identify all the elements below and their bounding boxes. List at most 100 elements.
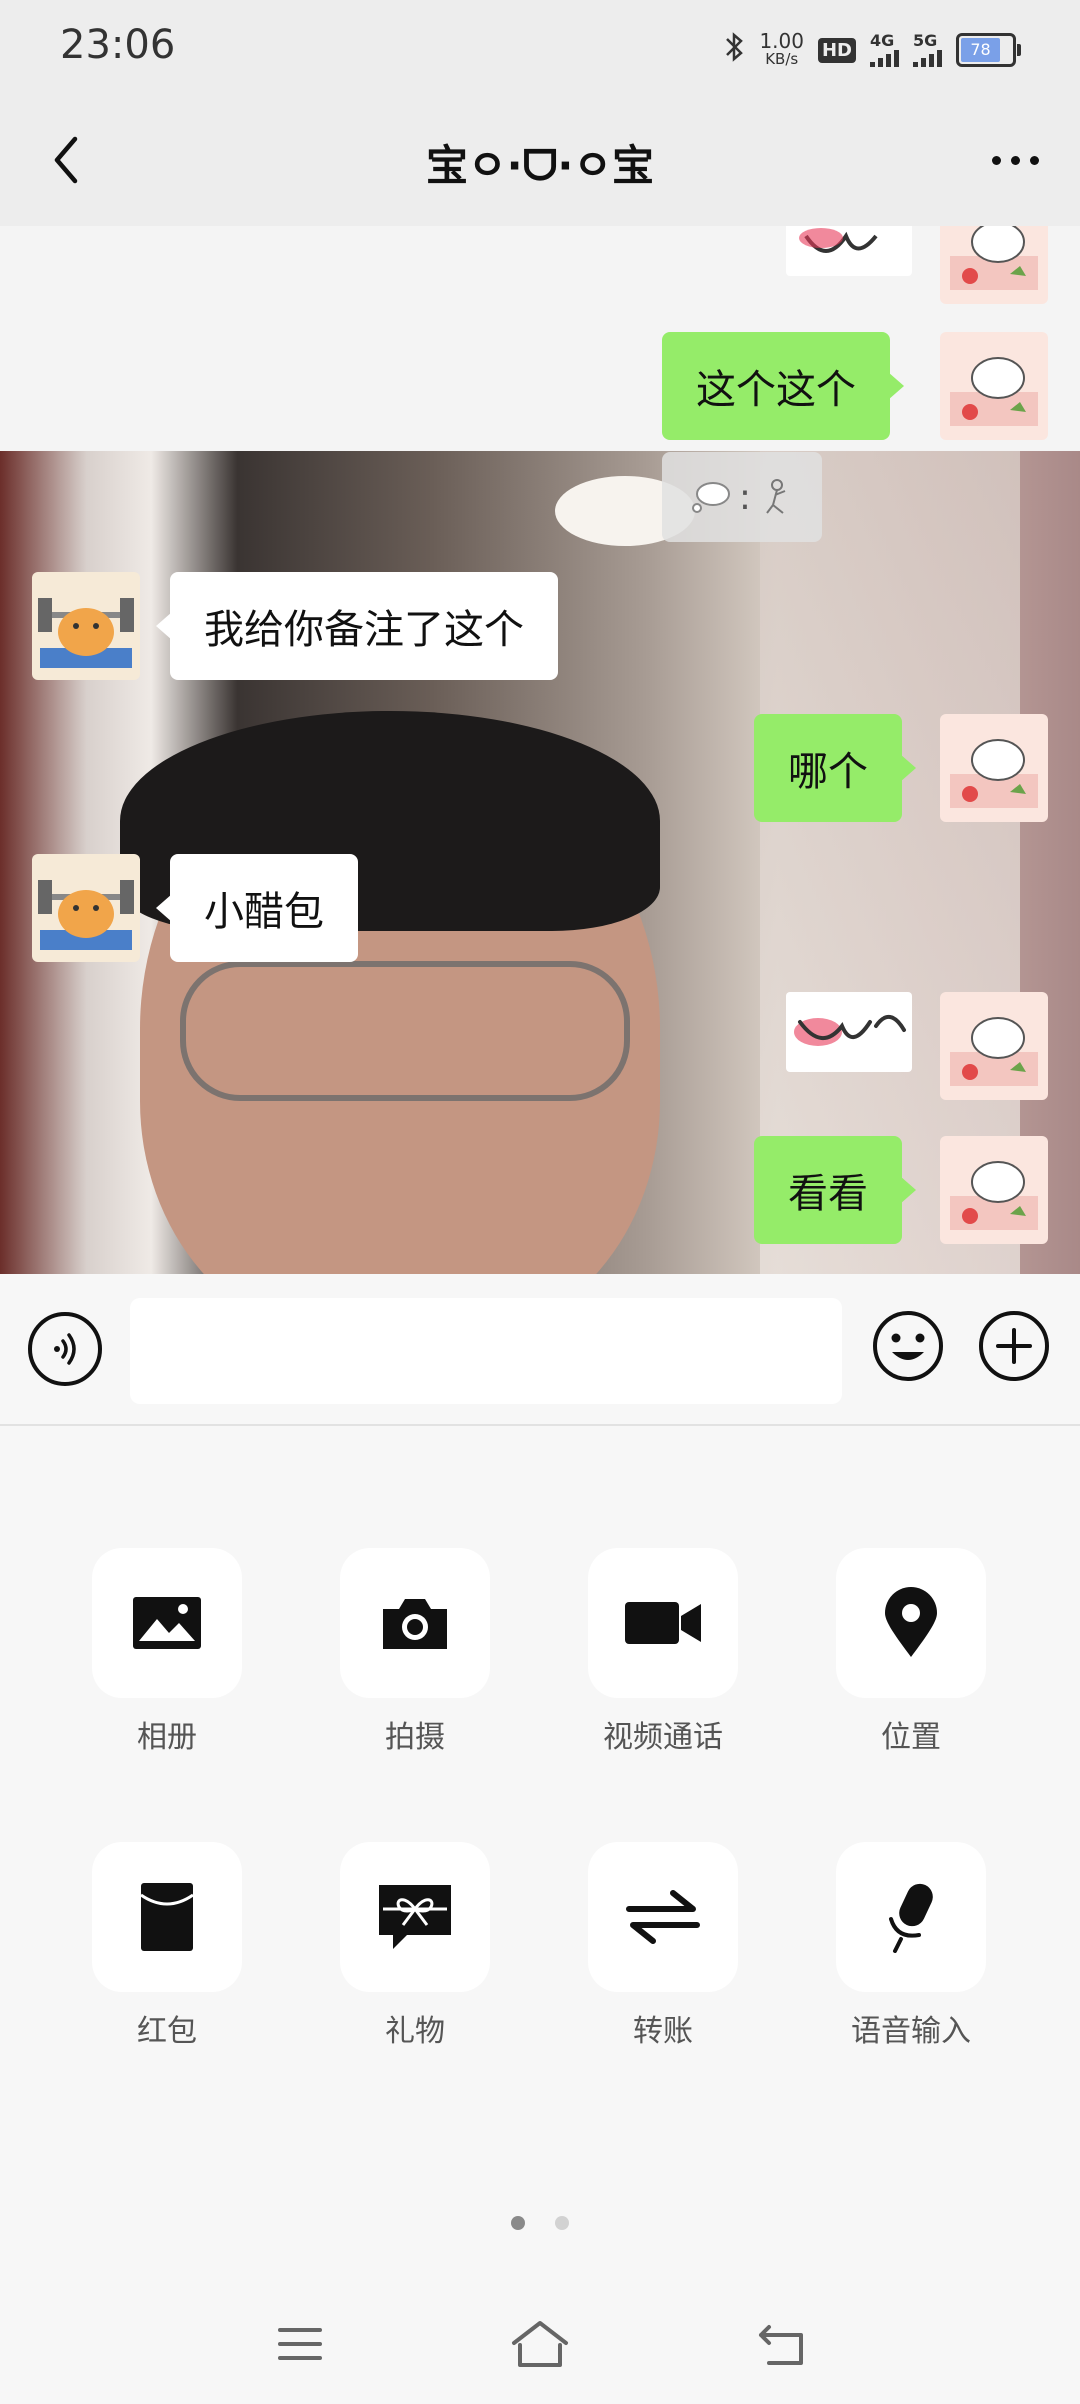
- camera-icon: [383, 1599, 447, 1649]
- my-avatar[interactable]: [940, 714, 1048, 822]
- battery-icon: 78: [956, 33, 1021, 67]
- location-tile[interactable]: 位置: [836, 1548, 986, 1756]
- transfer-tile[interactable]: 转账: [588, 1842, 738, 2050]
- page-indicator: [0, 2216, 1080, 2230]
- gift-tile[interactable]: 礼物: [340, 1842, 490, 2050]
- status-time: 23:06: [60, 22, 176, 68]
- gift-label: 礼物: [385, 2014, 445, 2049]
- sim2-signal: 5G: [913, 33, 942, 67]
- my-avatar[interactable]: [940, 992, 1048, 1100]
- home-button[interactable]: [510, 2314, 570, 2374]
- gift-icon: [379, 1885, 451, 1949]
- friend-avatar[interactable]: [32, 572, 140, 680]
- red-packet-tile[interactable]: 红包: [92, 1842, 242, 2050]
- camera-tile[interactable]: 拍摄: [340, 1548, 490, 1756]
- video-call-tile[interactable]: 视频通话: [588, 1548, 738, 1756]
- message-bubble[interactable]: 这个这个: [662, 332, 904, 440]
- chat-title: 宝ㅇ·ᗜ·ㅇ宝: [425, 141, 655, 190]
- camera-label: 拍摄: [385, 1720, 445, 1755]
- message-bubble[interactable]: 看看: [754, 1136, 916, 1244]
- menu-icon: [278, 2328, 322, 2360]
- home-icon: [512, 2321, 568, 2367]
- sim1-network-label: 4G: [870, 31, 895, 50]
- input-bar: [0, 1274, 1080, 1426]
- friend-avatar[interactable]: [32, 854, 140, 962]
- album-icon: [133, 1597, 201, 1649]
- pat-figure-icon: [766, 479, 786, 514]
- video-call-tile-bg: [588, 1548, 738, 1698]
- recent-apps-button[interactable]: [270, 2314, 330, 2374]
- camera-tile-bg: [340, 1548, 490, 1698]
- hamster-avatar-icon: [38, 880, 134, 950]
- album-tile-bg: [92, 1548, 242, 1698]
- sticker-message[interactable]: [786, 992, 912, 1072]
- function-panel: 相册 拍摄 视频通话 位置 红包 礼物 转账 语音输入: [0, 1426, 1080, 2284]
- page-dot-active[interactable]: [511, 2216, 525, 2230]
- video-call-icon: [625, 1602, 701, 1644]
- voice-icon: [54, 1333, 76, 1365]
- voice-button[interactable]: [28, 1312, 102, 1386]
- cat-avatar-icon: [950, 1017, 1038, 1086]
- sticker-image: [799, 228, 878, 253]
- network-speed: 1.00 KB/s: [759, 29, 804, 68]
- emoji-button[interactable]: [870, 1308, 946, 1384]
- cat-avatar-icon: [950, 739, 1038, 808]
- message-bubble[interactable]: 小醋包: [156, 854, 358, 962]
- status-icons: 1.00 KB/s HD 4G 5G 78: [723, 28, 1021, 72]
- system-nav-bar: [0, 2284, 1080, 2404]
- more-dot: [1029, 155, 1039, 165]
- message-bubble[interactable]: 我给你备注了这个: [156, 572, 558, 680]
- album-label: 相册: [137, 1720, 197, 1755]
- speed-value: 1.00: [759, 29, 804, 53]
- bg-glasses: [180, 961, 630, 1101]
- page-dot[interactable]: [555, 2216, 569, 2230]
- status-bar: 23:06 1.00 KB/s HD 4G 5G 78: [0, 0, 1080, 96]
- plus-icon: [979, 1311, 1049, 1381]
- microphone-icon: [889, 1883, 933, 1953]
- chat-header: 宝ㅇ·ᗜ·ㅇ宝: [0, 96, 1080, 226]
- sticker-image: [794, 1015, 906, 1046]
- sim1-signal: 4G: [870, 33, 899, 67]
- back-icon: [759, 2325, 803, 2365]
- back-nav-button[interactable]: [752, 2314, 812, 2374]
- hamster-avatar-icon: [38, 598, 134, 668]
- transfer-icon: [626, 1890, 700, 1944]
- location-label: 位置: [881, 1720, 941, 1755]
- pat-separator: :: [738, 476, 752, 518]
- bluetooth-icon: [723, 31, 745, 69]
- thought-bubble-icon: [691, 482, 730, 513]
- cat-avatar-icon: [950, 357, 1038, 426]
- more-dot: [1010, 155, 1020, 165]
- more-functions-button[interactable]: [976, 1308, 1052, 1384]
- red-packet-icon: [140, 1883, 194, 1951]
- my-avatar[interactable]: [940, 226, 1048, 304]
- red-packet-label: 红包: [137, 2014, 197, 2049]
- message-input[interactable]: [130, 1298, 842, 1404]
- battery-level: 78: [961, 38, 1000, 62]
- gift-tile-bg: [340, 1842, 490, 1992]
- location-icon: [885, 1587, 937, 1657]
- location-tile-bg: [836, 1548, 986, 1698]
- transfer-label: 转账: [633, 2014, 693, 2049]
- more-button[interactable]: [980, 140, 1050, 180]
- signal-bars-icon: [870, 49, 899, 67]
- cat-avatar-icon: [950, 1161, 1038, 1230]
- more-dots-icon: [991, 155, 1001, 165]
- red-packet-tile-bg: [92, 1842, 242, 1992]
- voice-input-tile-bg: [836, 1842, 986, 1992]
- voice-input-label: 语音输入: [851, 2014, 971, 2049]
- chat-area[interactable]: 这个这个 : 我给你备注了这个 哪个 小醋包 看看: [0, 226, 1080, 1274]
- speed-unit: KB/s: [765, 50, 799, 68]
- pat-notification[interactable]: :: [662, 452, 822, 542]
- voice-input-tile[interactable]: 语音输入: [836, 1842, 986, 2050]
- album-tile[interactable]: 相册: [92, 1548, 242, 1756]
- transfer-tile-bg: [588, 1842, 738, 1992]
- hd-badge: HD: [817, 37, 856, 63]
- message-bubble[interactable]: 哪个: [754, 714, 916, 822]
- my-avatar[interactable]: [940, 1136, 1048, 1244]
- signal-bars-icon: [913, 49, 942, 67]
- my-avatar[interactable]: [940, 332, 1048, 440]
- cat-avatar-icon: [950, 226, 1038, 290]
- sticker-message[interactable]: [786, 226, 912, 276]
- emoji-icon: [873, 1311, 943, 1381]
